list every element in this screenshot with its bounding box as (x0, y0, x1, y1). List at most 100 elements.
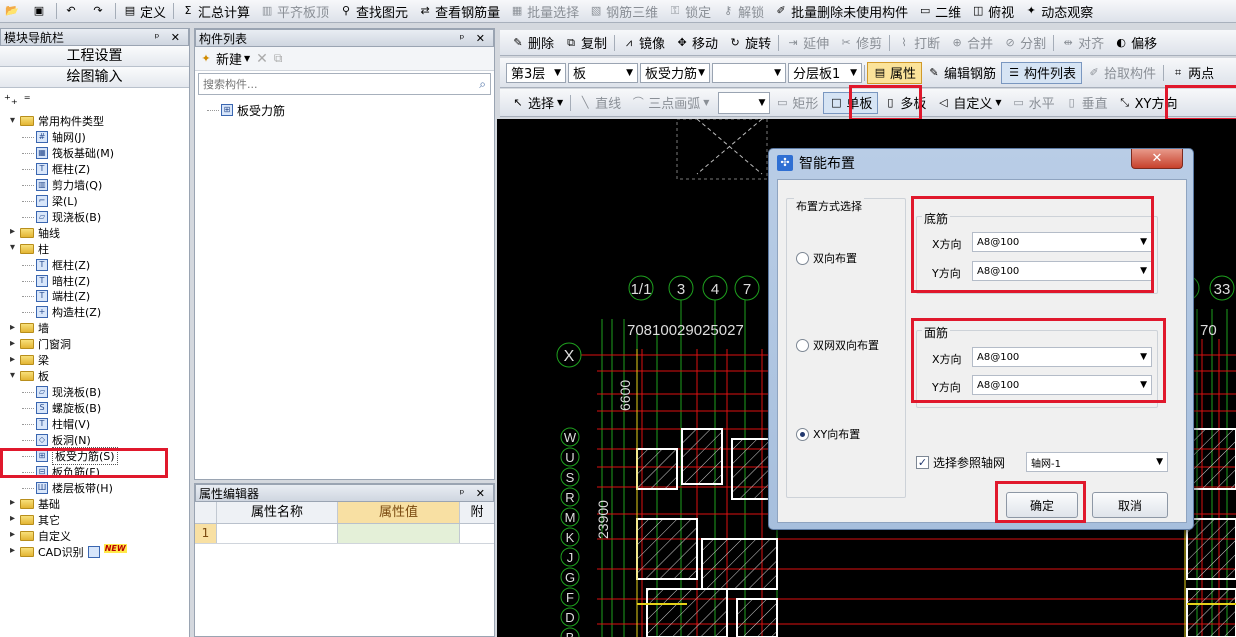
arc-button[interactable]: ⌒ 三点画弧 ▼ (626, 92, 714, 114)
new-component-button[interactable]: 新建 (216, 49, 242, 68)
expand-icon[interactable]: ▸ (8, 530, 17, 540)
option-xy[interactable]: XY向布置 (796, 426, 860, 442)
draw-mode-select[interactable]: ▼ (718, 91, 771, 114)
mirror-button[interactable]: ⩘ 镜像 (617, 32, 670, 54)
expand-icon[interactable]: ▸ (8, 514, 17, 524)
tree-item[interactable]: ▾ 板 (8, 368, 49, 384)
ok-button[interactable]: 确定 (1006, 492, 1078, 518)
sum-button[interactable]: Σ 汇总计算 (176, 0, 255, 22)
align-slab-button[interactable]: ▥ 平齐板顶 (255, 0, 334, 22)
undo-button[interactable]: ↶ (59, 0, 86, 22)
search-box[interactable]: ⌕ (198, 73, 491, 95)
rotate-button[interactable]: ↻ 旋转 (723, 32, 776, 54)
tree-item[interactable]: ▾ 常用构件类型 (8, 113, 104, 129)
drawing-input-button[interactable]: 绘图输入 (0, 67, 189, 88)
trim-button[interactable]: ✂ 修剪 (834, 32, 887, 54)
tree-item[interactable]: ◇ 板洞(N) (22, 432, 91, 448)
top-view-button[interactable]: ◫ 俯视 (966, 0, 1019, 22)
properties-button[interactable]: ▤ 属性 (867, 61, 923, 84)
radio-bidirectional[interactable] (796, 251, 809, 265)
tree-item[interactable]: ▱ 现浇板(B) (22, 209, 101, 225)
tree-item[interactable]: # 轴网(J) (22, 129, 86, 145)
copy-icon[interactable]: ⧉ (274, 51, 283, 66)
rect-button[interactable]: ▭ 矩形 (770, 92, 823, 114)
view-rebar-button[interactable]: ⇄ 查看钢筋量 (413, 0, 505, 22)
merge-button[interactable]: ⊕ 合并 (945, 32, 998, 54)
collapse-icon[interactable]: ▾ (8, 115, 17, 126)
ref-axis-checkbox[interactable]: ✓ (916, 456, 929, 469)
horizontal-button[interactable]: ▭ 水平 (1007, 92, 1060, 114)
move-button[interactable]: ✥ 移动 (670, 32, 723, 54)
tree-item[interactable]: ▦ 筏板基础(M) (22, 145, 114, 161)
copy-button[interactable]: ⧉ 复制 (559, 32, 612, 54)
component-list-button[interactable]: ☰ 构件列表 (1001, 61, 1083, 84)
tree-item[interactable]: ▱ 现浇板(B) (22, 384, 101, 400)
top-y-select[interactable]: A8@100 ▼ (972, 375, 1152, 395)
tree-item[interactable]: ⊞ 板受力筋(S) (22, 446, 118, 465)
tree-item[interactable]: S 螺旋板(B) (22, 400, 101, 416)
tree-item[interactable]: T 框柱(Z) (22, 257, 90, 273)
custom-button[interactable]: ◁ 自定义 ▼ (931, 92, 1006, 114)
collapse-all-icon[interactable]: ⁼ (24, 93, 31, 108)
batch-delete-button[interactable]: ✐ 批量删除未使用构件 (769, 0, 913, 22)
tree-item[interactable]: ▸ 自定义 (8, 528, 71, 544)
delete-icon[interactable]: ✕ (256, 51, 268, 67)
collapse-icon[interactable]: ▾ (8, 370, 17, 381)
radio-xy[interactable] (796, 427, 809, 441)
expand-icon[interactable]: ▸ (8, 227, 17, 237)
tree-item[interactable]: ▸ 轴线 (8, 225, 60, 241)
tree-item[interactable]: T 框柱(Z) (22, 161, 90, 177)
vertical-button[interactable]: ▯ 垂直 (1060, 92, 1113, 114)
dropdown-arrow-icon[interactable]: ▼ (244, 54, 250, 63)
save-button[interactable]: ▣ (27, 0, 54, 22)
tree-item[interactable]: ▸ 其它 (8, 512, 60, 528)
batch-select-button[interactable]: ▦ 批量选择 (505, 0, 584, 22)
expand-icon[interactable]: ▸ (8, 354, 17, 365)
tree-item[interactable]: ▸ CAD识别 NEW (8, 544, 127, 560)
dynamic-view-button[interactable]: ✦ 动态观察 (1019, 0, 1098, 22)
tree-item[interactable]: + 构造柱(Z) (22, 304, 101, 320)
panel-controls[interactable]: ᵖ ✕ (460, 487, 493, 500)
pick-component-button[interactable]: ✐ 拾取构件 (1082, 62, 1161, 84)
radio-double-mesh[interactable] (796, 338, 809, 352)
collapse-icon[interactable]: ▾ (8, 243, 17, 253)
ref-axis-checkbox-row[interactable]: ✓ 选择参照轴网 (916, 454, 1005, 471)
expand-icon[interactable]: ▸ (8, 498, 17, 508)
layer-select[interactable]: 分层板1 ▼ (788, 62, 862, 83)
dialog-title-bar[interactable]: ✣ 智能布置 (769, 149, 1193, 177)
unlock-button[interactable]: ⚷ 解锁 (716, 0, 769, 22)
table-row[interactable]: 1 (195, 524, 494, 544)
bottom-x-select[interactable]: A8@100 ▼ (972, 232, 1152, 252)
expand-icon[interactable]: ▸ (8, 338, 17, 349)
tree-item[interactable]: ▸ 基础 (8, 496, 60, 512)
floor-select[interactable]: 第3层 ▼ (506, 62, 566, 83)
select-button[interactable]: ↖ 选择 ▼ (506, 92, 568, 114)
lock-button[interactable]: ⚿ 锁定 (663, 0, 716, 22)
tree-item[interactable]: ▸ 墙 (8, 320, 49, 336)
tree-item[interactable]: ▸ 门窗洞 (8, 336, 71, 352)
category-select[interactable]: 板 ▼ (568, 62, 638, 83)
panel-controls[interactable]: ᵖ ✕ (460, 32, 493, 45)
open-button[interactable]: 📂 (0, 0, 27, 22)
tree-item[interactable]: ▾ 柱 (8, 241, 49, 257)
list-item[interactable]: ⊞ 板受力筋 (207, 101, 494, 119)
line-button[interactable]: ╲ 直线 (573, 92, 626, 114)
rebar-3d-button[interactable]: ▧ 钢筋三维 (584, 0, 663, 22)
single-slab-button[interactable]: □ 单板 (823, 91, 879, 114)
option-double-mesh[interactable]: 双网双向布置 (796, 337, 879, 353)
type-select[interactable]: 板受力筋 ▼ (640, 62, 710, 83)
split-button[interactable]: ⊘ 分割 (998, 32, 1051, 54)
expand-icon[interactable]: ▸ (8, 322, 17, 333)
define-button[interactable]: ▤ 定义 (118, 0, 171, 22)
panel-controls[interactable]: ᵖ ✕ (155, 31, 188, 44)
component-select[interactable]: ▼ (712, 62, 786, 83)
edit-rebar-button[interactable]: ✎ 编辑钢筋 (922, 62, 1001, 84)
delete-button[interactable]: ✎ 删除 (506, 32, 559, 54)
expand-icon[interactable]: ▸ (8, 546, 17, 556)
tree-item[interactable]: Ш 楼层板带(H) (22, 480, 113, 496)
tree-item[interactable]: ⊟ 板负筋(F) (22, 464, 100, 480)
tree-item[interactable]: ▥ 剪力墙(Q) (22, 177, 102, 193)
ref-axis-select[interactable]: 轴网-1 ▼ (1026, 452, 1168, 472)
find-button[interactable]: ⚲ 查找图元 (334, 0, 413, 22)
search-icon[interactable]: ⌕ (479, 77, 486, 92)
